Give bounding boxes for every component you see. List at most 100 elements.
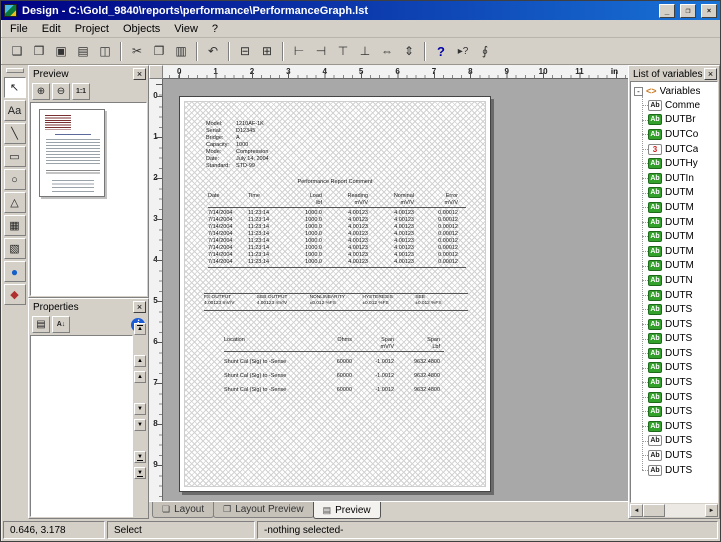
variable-item[interactable]: Ab DUTS [648,434,717,449]
variable-item[interactable]: Ab DUTS [648,332,717,347]
align-bottom-button[interactable]: ⊥ [354,40,376,62]
select-tool[interactable]: ↖ [4,77,26,98]
variable-item[interactable]: Ab DUTM [648,186,717,201]
alphabetical-button[interactable]: A↓ [52,316,70,333]
send-to-back-alt-button[interactable]: ▼ [134,467,146,479]
object-list-button[interactable]: ⊞ [256,40,278,62]
toolstrip-handle[interactable] [6,68,24,73]
restore-button[interactable]: ❐ [680,4,696,18]
ole-object-tool[interactable]: ◆ [4,284,26,305]
variable-item[interactable]: Ab DUTBr [648,113,717,128]
align-left-button[interactable]: ⊢ [288,40,310,62]
variable-item[interactable]: Ab Comme [648,98,717,113]
zoom-100-button[interactable]: 1:1 [72,83,90,100]
menu-item[interactable]: ? [205,21,225,37]
polygon-tool[interactable]: △ [4,192,26,213]
variable-item[interactable]: Ab DUTS [648,463,717,478]
print-button[interactable]: ▤ [72,40,94,62]
bring-forward-alt-button[interactable]: ▲ [134,371,146,383]
open-button[interactable]: ❒ [28,40,50,62]
save-button[interactable]: ▣ [50,40,72,62]
properties-close-icon[interactable]: × [133,301,146,313]
menu-item[interactable]: Project [68,21,116,37]
variable-item[interactable]: Ab DUTIn [648,171,717,186]
menu-item[interactable]: Edit [35,21,68,37]
rectangle-tool[interactable]: ▭ [4,146,26,167]
send-backward-alt-button[interactable]: ▼ [134,419,146,431]
help-button[interactable]: ? [430,40,452,62]
html-tool[interactable]: ● [4,261,26,282]
scroll-left-icon[interactable]: ◄ [630,504,643,517]
variable-item[interactable]: Ab DUTM [648,244,717,259]
variable-item[interactable]: Ab DUTHy [648,156,717,171]
variable-item[interactable]: Ab DUTR [648,288,717,303]
cut-button[interactable]: ✂ [126,40,148,62]
design-canvas[interactable]: 01234567891011 in 0123456789 [149,65,628,519]
variables-close-icon[interactable]: × [704,68,717,80]
text-tool[interactable]: Aa [4,100,26,121]
menu-item[interactable]: File [3,21,35,37]
report-page[interactable]: Model: 1210AF-1K Serial: D12345 [179,96,491,492]
same-width-button[interactable]: ⇔ [376,40,398,62]
same-height-button[interactable]: ⇕ [398,40,420,62]
print-preview-button[interactable]: ◫ [94,40,116,62]
send-backward-button[interactable]: ▼ [134,403,146,415]
app-icon[interactable] [4,4,17,17]
variable-type-icon: Ab [648,465,662,476]
variable-item[interactable]: Ab DUTS [648,390,717,405]
variable-item[interactable]: Ab DUTM [648,200,717,215]
properties-panel-body[interactable] [30,335,133,517]
variable-item[interactable]: Ab DUTM [648,229,717,244]
scroll-right-icon[interactable]: ► [705,504,718,517]
paste-button[interactable]: ▥ [170,40,192,62]
table-tool[interactable]: ▦ [4,215,26,236]
bring-to-front-button[interactable]: ▲ [134,323,146,335]
bring-forward-button[interactable]: ▲ [134,355,146,367]
variable-item[interactable]: Ab DUTM [648,215,717,230]
preview-close-icon[interactable]: × [133,68,146,80]
variable-item[interactable]: Ab DUTS [648,346,717,361]
zoom-out-button[interactable]: ⊖ [52,83,70,100]
minimize-button[interactable]: _ [659,4,675,18]
align-right-button[interactable]: ⊣ [310,40,332,62]
workspace[interactable]: Model: 1210AF-1K Serial: D12345 [163,79,628,501]
field-list-button[interactable]: ⊟ [234,40,256,62]
tab-layout[interactable]: ❏ Layout [152,502,214,518]
ellipse-tool[interactable]: ○ [4,169,26,190]
variable-type-icon: Ab [648,450,662,461]
variable-item[interactable]: Ab DUTS [648,404,717,419]
shunt-table-body: Shunt Cal (Sig) to -Sense 60000 -1.0012 … [224,359,444,394]
variable-item[interactable]: 3 DUTCa [648,142,717,157]
variable-item[interactable]: Ab DUTS [648,419,717,434]
preview-thumbnail[interactable] [39,109,105,197]
align-top-button[interactable]: ⊤ [332,40,354,62]
tab-layout-preview[interactable]: ❐ Layout Preview [213,502,313,518]
zoom-in-button[interactable]: ⊕ [32,83,50,100]
attachment-button[interactable]: ∮ [474,40,496,62]
categorized-button[interactable]: ▤ [32,316,50,333]
variable-type-icon: Ab [648,260,662,271]
close-button[interactable]: × [701,4,717,18]
variable-item[interactable]: Ab DUTN [648,273,717,288]
variables-root[interactable]: - <> Variables [634,84,717,98]
variable-item[interactable]: Ab DUTS [648,361,717,376]
send-to-back-button[interactable]: ▼ [134,451,146,463]
variable-item[interactable]: Ab DUTCo [648,127,717,142]
picture-tool[interactable]: ▧ [4,238,26,259]
copy-button[interactable]: ❐ [148,40,170,62]
variable-item[interactable]: Ab DUTS [648,317,717,332]
collapse-icon[interactable]: - [634,87,643,96]
menu-item[interactable]: Objects [116,21,167,37]
line-tool[interactable]: ╲ [4,123,26,144]
menu-item[interactable]: View [167,21,205,37]
variable-item[interactable]: Ab DUTS [648,375,717,390]
variable-item[interactable]: Ab DUTM [648,259,717,274]
undo-button[interactable]: ↶ [202,40,224,62]
variable-item[interactable]: Ab DUTS [648,448,717,463]
scrollbar-track[interactable] [665,504,705,517]
variable-item[interactable]: Ab DUTS [648,302,717,317]
new-button[interactable]: ❑ [6,40,28,62]
context-help-button[interactable]: ▸? [452,40,474,62]
tab-preview[interactable]: ▤ Preview [313,502,381,519]
scrollbar-thumb[interactable] [643,504,665,517]
